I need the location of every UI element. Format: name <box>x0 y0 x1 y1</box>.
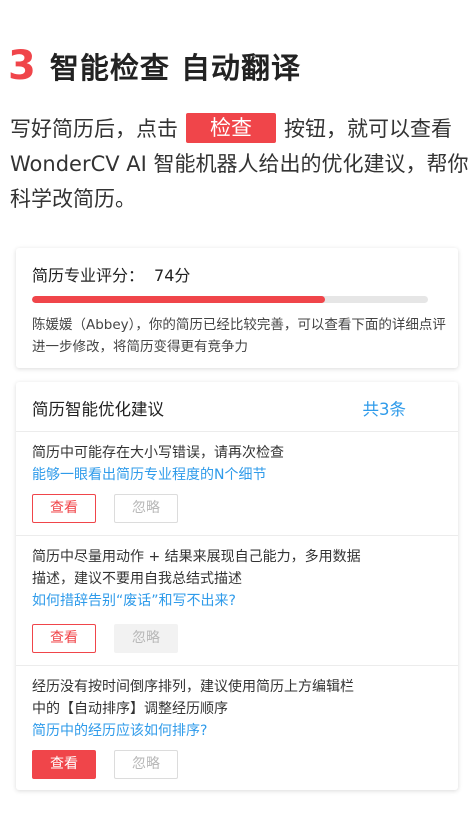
score-value: 74分 <box>154 266 191 285</box>
suggestion-item: 简历中可能存在大小写错误，请再次检查 能够一眼看出简历专业程度的N个细节 查看 … <box>16 432 458 536</box>
suggestion-text-block: 简历中可能存在大小写错误，请再次检查 能够一眼看出简历专业程度的N个细节 <box>32 442 372 486</box>
ignore-button[interactable]: 忽略 <box>114 494 178 523</box>
view-button[interactable]: 查看 <box>32 624 96 653</box>
step-header: 3 智能检查 自动翻译 <box>8 44 301 88</box>
score-card: 简历专业评分： 74分 陈媛媛（Abbey），你的简历已经比较完善，可以查看下面的… <box>16 248 458 368</box>
suggestion-text-block: 经历没有按时间倒序排列，建议使用简历上方编辑栏中的【自动排序】调整经历顺序 简历… <box>32 676 362 742</box>
suggestion-text: 经历没有按时间倒序排列，建议使用简历上方编辑栏中的【自动排序】调整经历顺序 <box>32 679 354 717</box>
suggestion-text: 简历中尽量用动作 + 结果来展现自己能力，多用数据描述，建议不要用自我总结式描述 <box>32 549 361 587</box>
suggestion-text-block: 简历中尽量用动作 + 结果来展现自己能力，多用数据描述，建议不要用自我总结式描述… <box>32 546 362 612</box>
check-button[interactable]: 检查 <box>186 113 276 143</box>
score-label: 简历专业评分： <box>32 266 145 285</box>
suggestion-item: 经历没有按时间倒序排列，建议使用简历上方编辑栏中的【自动排序】调整经历顺序 简历… <box>16 666 458 790</box>
suggestion-item: 简历中尽量用动作 + 结果来展现自己能力，多用数据描述，建议不要用自我总结式描述… <box>16 536 458 666</box>
suggestions-header: 简历智能优化建议 共3条 <box>16 382 458 432</box>
intro-paragraph: 写好简历后，点击 检查 按钮，就可以查看WonderCV AI 智能机器人给出的优化… <box>10 112 470 217</box>
ignore-button[interactable]: 忽略 <box>114 750 178 779</box>
suggestion-link[interactable]: 简历中的经历应该如何排序? <box>32 720 362 742</box>
suggestion-text: 简历中可能存在大小写错误，请再次检查 <box>32 445 284 461</box>
score-progress-fill <box>32 296 326 303</box>
score-line: 简历专业评分： 74分 <box>32 262 190 286</box>
view-button[interactable]: 查看 <box>32 494 96 523</box>
suggestions-title: 简历智能优化建议 <box>32 400 164 419</box>
score-progress-bar <box>32 296 428 303</box>
suggestions-count[interactable]: 共3条 <box>363 396 407 420</box>
suggestion-link[interactable]: 能够一眼看出简历专业程度的N个细节 <box>32 464 372 486</box>
suggestion-link[interactable]: 如何措辞告别“废话”和写不出来? <box>32 590 362 612</box>
suggestions-card: 简历智能优化建议 共3条 简历中可能存在大小写错误，请再次检查 能够一眼看出简历… <box>16 382 458 790</box>
score-description: 陈媛媛（Abbey），你的简历已经比较完善，可以查看下面的详细点评进一步修改，将… <box>32 317 446 355</box>
step-title: 智能检查 自动翻译 <box>49 51 301 85</box>
intro-text-before: 写好简历后，点击 <box>10 117 178 141</box>
ignore-button[interactable]: 忽略 <box>114 624 178 653</box>
view-button[interactable]: 查看 <box>32 750 96 779</box>
step-number: 3 <box>8 43 36 89</box>
